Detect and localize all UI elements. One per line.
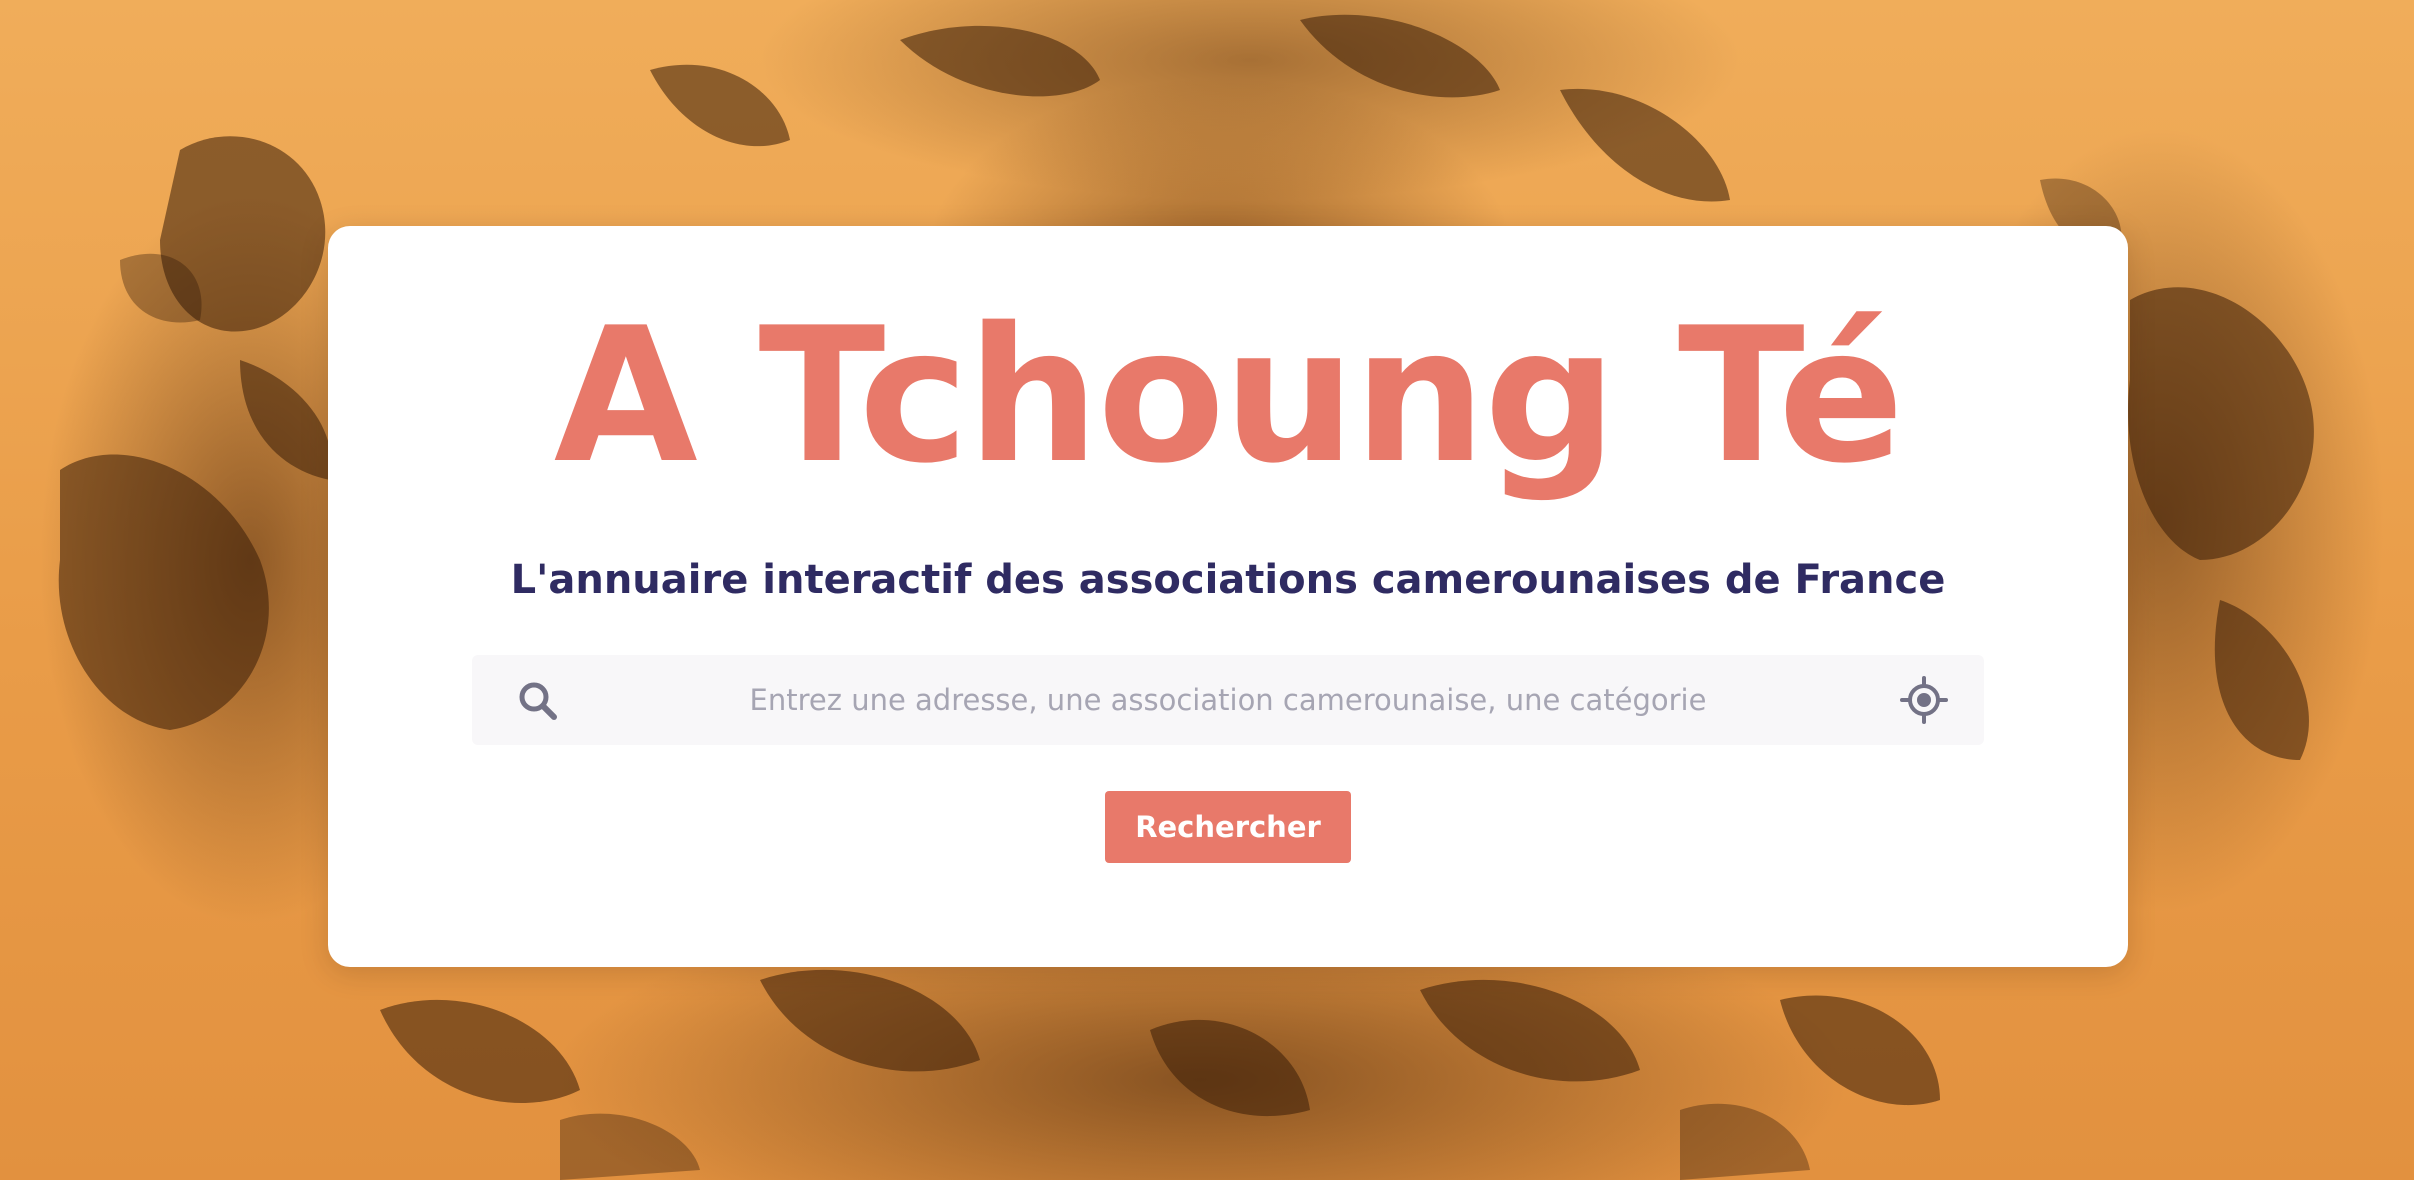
search-icon <box>519 682 557 720</box>
site-title: A Tchoung Té <box>553 287 1904 504</box>
search-bar <box>472 655 1984 745</box>
search-input[interactable] <box>582 655 1874 745</box>
search-submit-button[interactable]: Rechercher <box>1105 791 1351 863</box>
site-tagline: L'annuaire interactif des associations c… <box>510 557 1946 603</box>
crosshair-locate-icon[interactable] <box>1900 676 1948 724</box>
hero-card: A Tchoung Té L'annuaire interactif des a… <box>328 226 2128 967</box>
